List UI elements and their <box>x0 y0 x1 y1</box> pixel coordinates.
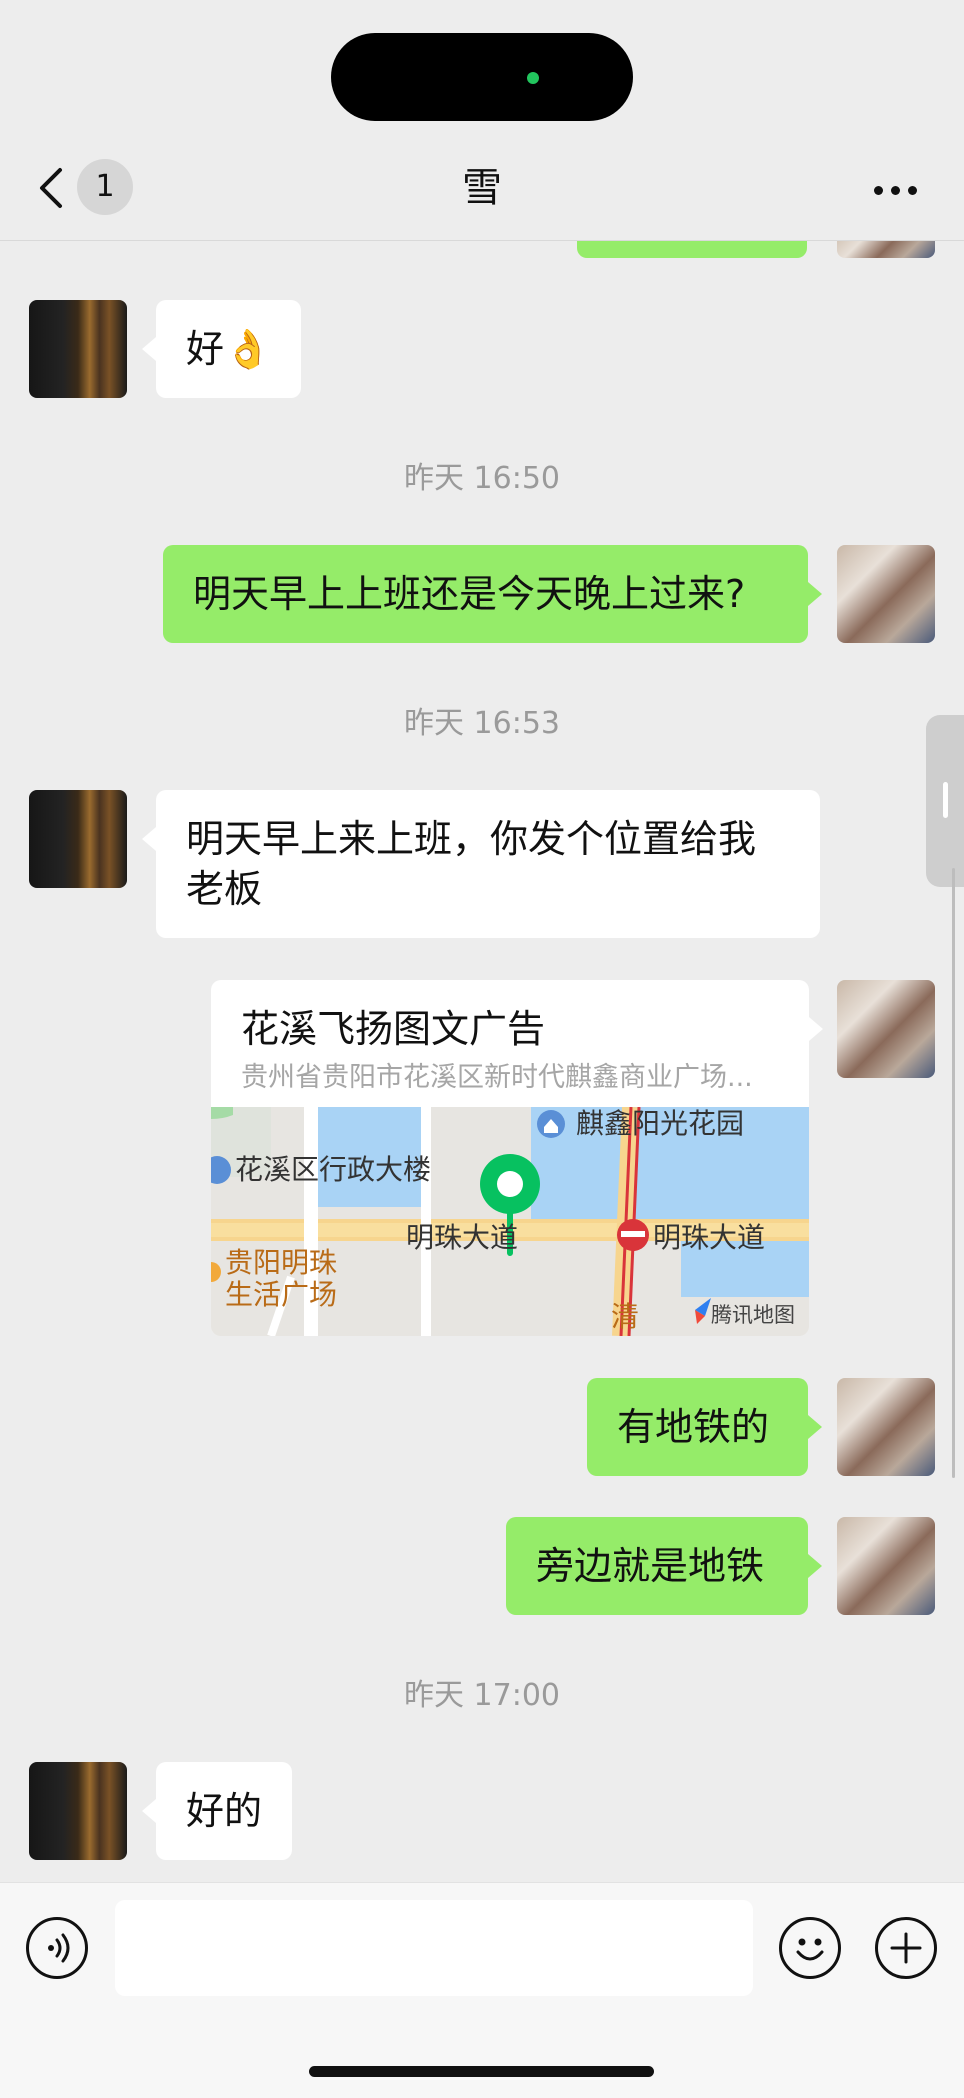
map-poi-label: 麒鑫阳光花园 <box>576 1107 745 1140</box>
map-road-label: 明珠大道 <box>406 1221 519 1254</box>
home-indicator[interactable] <box>309 2066 654 2077</box>
bubble-tail <box>142 1799 156 1823</box>
scroll-track <box>952 868 955 1478</box>
incoming-message-bubble[interactable]: 明天早上来上班，你发个位置给我 老板 <box>156 790 820 938</box>
contact-avatar[interactable] <box>29 300 127 398</box>
chat-title: 雪 <box>462 165 502 211</box>
message-text: 好👌 <box>186 327 272 371</box>
map-preview[interactable]: 麒鑫阳光花园 花溪区行政大楼 明珠大道 明珠大道 贵阳明珠 生活广场 清 腾讯地… <box>211 1107 809 1336</box>
bubble-tail <box>142 827 156 851</box>
incoming-message-bubble[interactable]: 好👌 <box>156 300 302 398</box>
outgoing-message-bubble[interactable]: 明天早上上班还是今天晚上过来? <box>163 545 808 643</box>
timestamp: 昨天 16:53 <box>404 706 560 741</box>
contact-avatar[interactable] <box>29 1762 127 1860</box>
map-mall-label: 生活广场 <box>225 1278 338 1311</box>
more-dot <box>891 186 900 195</box>
plus-icon <box>890 1932 922 1964</box>
bubble-tail <box>808 1415 822 1439</box>
bubble-tail <box>808 582 822 606</box>
self-avatar[interactable] <box>837 1517 935 1615</box>
emoji-icon <box>796 1938 824 1961</box>
more-options-button[interactable] <box>866 168 926 208</box>
voice-icon <box>48 1933 70 1963</box>
location-name: 花溪飞扬图文广告 <box>241 1007 546 1051</box>
chevron-left-icon <box>40 168 62 208</box>
location-address: 贵州省贵阳市花溪区新时代麒鑫商业广场... <box>241 1062 753 1093</box>
self-avatar[interactable] <box>837 980 935 1078</box>
plus-button[interactable] <box>875 1917 937 1979</box>
unread-count-badge[interactable]: 1 <box>77 159 133 215</box>
self-avatar[interactable] <box>837 545 935 643</box>
message-text-line: 老板 <box>186 867 263 911</box>
contact-avatar[interactable] <box>29 790 127 888</box>
map-mall-label: 贵阳明珠 <box>225 1246 338 1279</box>
timestamp: 昨天 17:00 <box>404 1678 560 1713</box>
message-text: 明天早上上班还是今天晚上过来? <box>193 572 746 616</box>
back-button[interactable] <box>34 162 74 214</box>
timestamp: 昨天 16:50 <box>404 461 560 496</box>
message-text: 旁边就是地铁 <box>536 1544 765 1588</box>
bubble-tail <box>808 1554 822 1578</box>
map-partial-label: 清 <box>611 1300 640 1333</box>
bubble-tail <box>809 1017 823 1041</box>
message-text: 有地铁的 <box>617 1405 770 1449</box>
scroll-grip <box>943 782 948 818</box>
emoji-button[interactable] <box>779 1917 841 1979</box>
dynamic-island <box>331 33 633 121</box>
map-provider-label: 腾讯地图 <box>711 1303 795 1327</box>
location-card[interactable]: 花溪飞扬图文广告 贵州省贵阳市花溪区新时代麒鑫商业广场... 麒鑫阳光花园 花溪… <box>211 980 809 1336</box>
map-poi-label: 花溪区行政大楼 <box>235 1153 432 1186</box>
message-text-line: 明天早上来上班，你发个位置给我 <box>186 817 757 861</box>
camera-indicator-dot <box>527 72 539 84</box>
more-dot <box>874 186 883 195</box>
outgoing-message-bubble[interactable]: 有地铁的 <box>587 1378 808 1476</box>
self-avatar[interactable] <box>837 1378 935 1476</box>
voice-button[interactable] <box>26 1917 88 1979</box>
bubble-tail <box>142 337 156 361</box>
message-input[interactable] <box>115 1900 753 1996</box>
map-metro-label: 明珠大道 <box>653 1221 766 1254</box>
outgoing-message-bubble[interactable]: 旁边就是地铁 <box>506 1517 808 1615</box>
message-text: 好的 <box>186 1789 263 1833</box>
incoming-message-bubble[interactable]: 好的 <box>156 1762 293 1860</box>
more-dot <box>908 186 917 195</box>
